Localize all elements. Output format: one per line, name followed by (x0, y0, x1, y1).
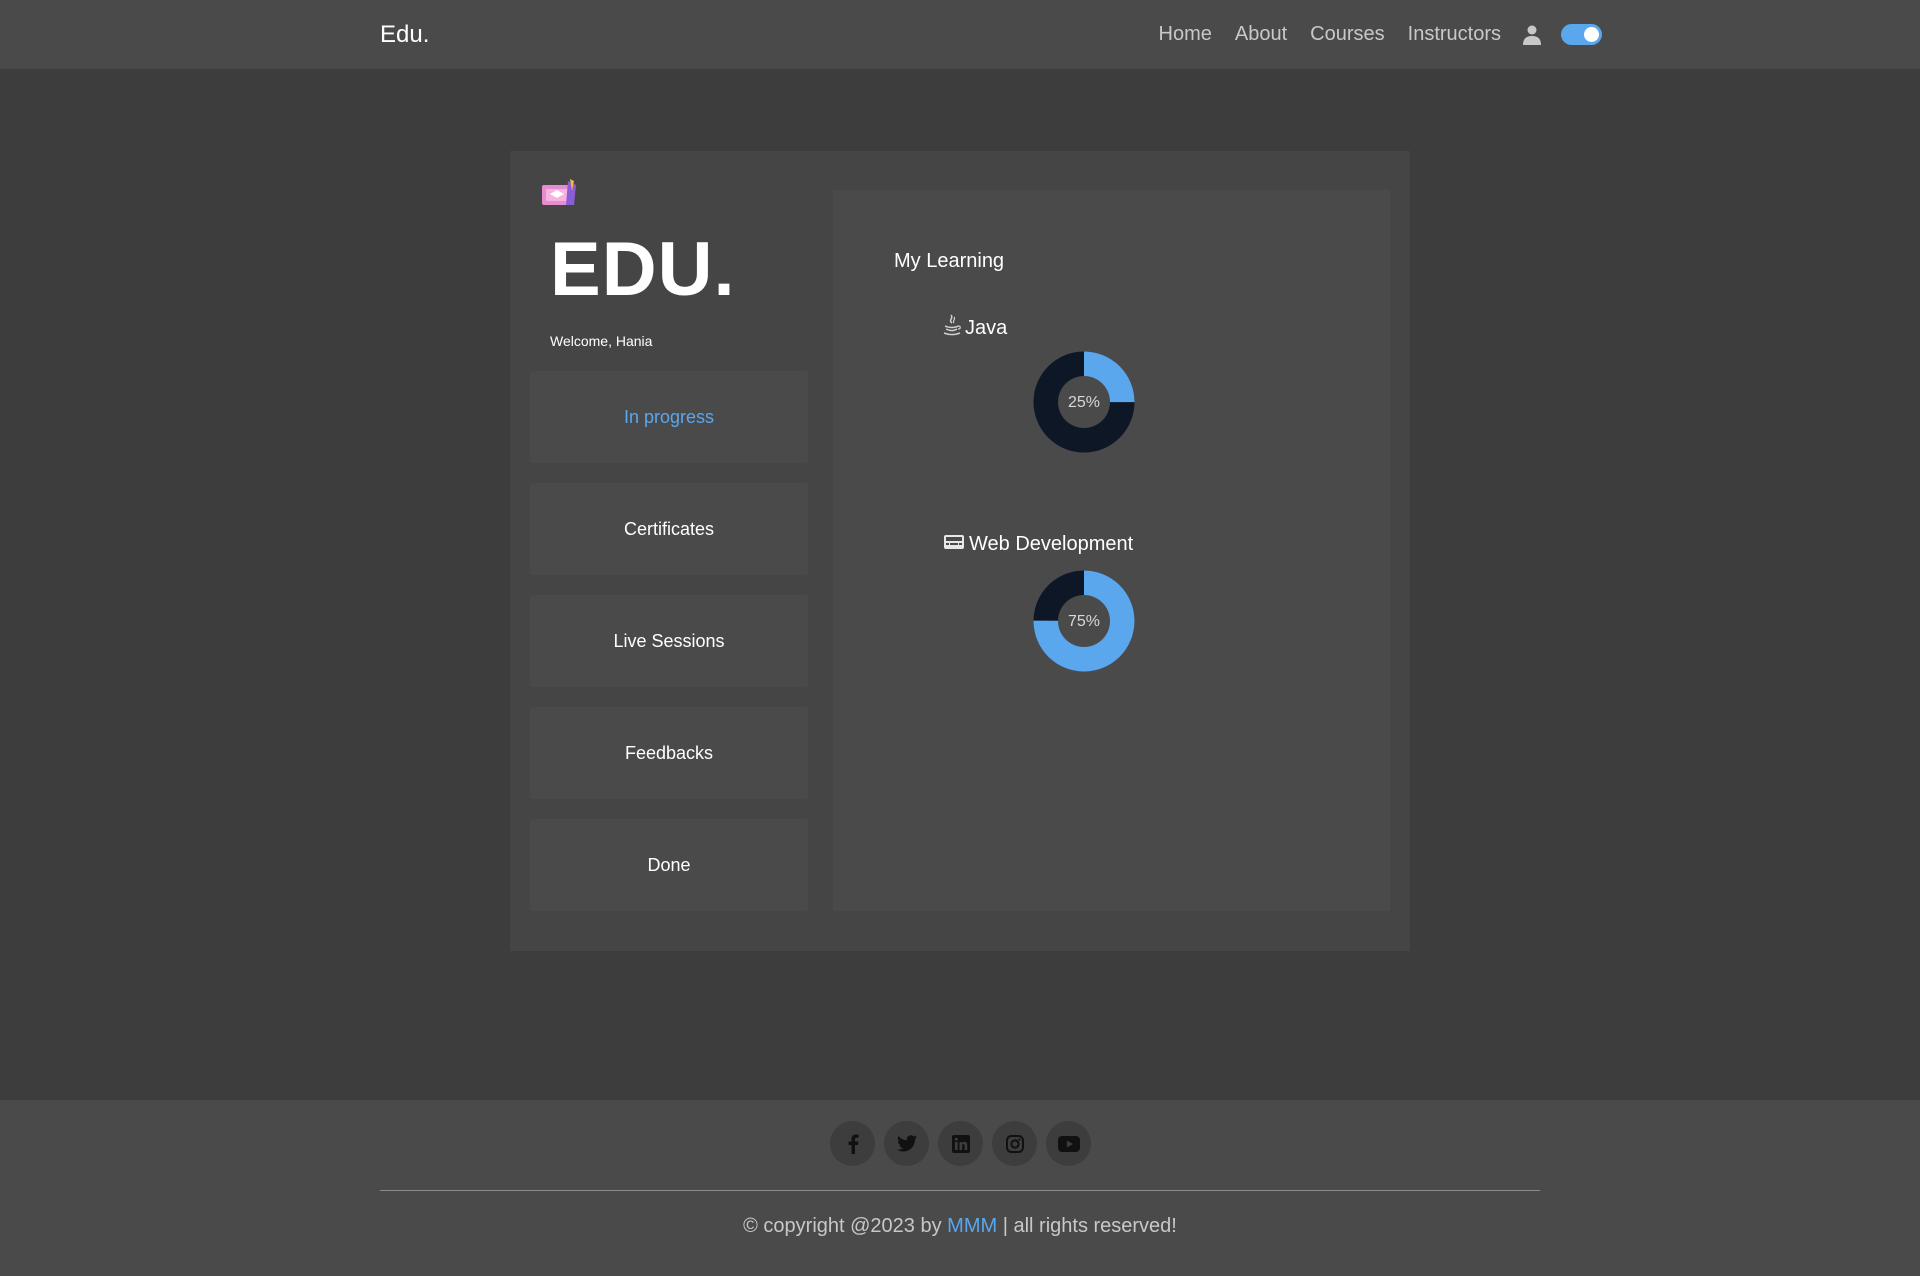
webdev-progress-label: 75% (1068, 613, 1100, 630)
java-progress-label: 25% (1068, 394, 1100, 411)
social-links (830, 1121, 1091, 1166)
course-webdev-name: Web Development (969, 533, 1134, 555)
nav-link-home[interactable]: Home (1159, 23, 1212, 46)
twitter-icon[interactable] (884, 1121, 929, 1166)
menu-feedbacks-button[interactable]: Feedbacks (530, 707, 808, 799)
nav-links: Home About Courses Instructors (1136, 0, 1602, 69)
nav-link-courses[interactable]: Courses (1310, 23, 1384, 46)
copyright-text: © copyright @2023 by MMM | all rights re… (0, 1215, 1920, 1238)
toggle-knob (1584, 27, 1599, 42)
menu-live-sessions-button[interactable]: Live Sessions (530, 595, 808, 687)
webdev-progress-donut: 75% (1033, 570, 1135, 672)
menu-in-progress-button[interactable]: In progress (530, 371, 808, 463)
footer: © copyright @2023 by MMM | all rights re… (0, 1100, 1920, 1276)
menu-certificates-button[interactable]: Certificates (530, 483, 808, 575)
java-progress-donut: 25% (1033, 351, 1135, 453)
facebook-icon[interactable] (830, 1121, 875, 1166)
linkedin-icon[interactable] (938, 1121, 983, 1166)
nav-link-about[interactable]: About (1235, 23, 1287, 46)
my-learning-panel: My Learning Java 25% Web Development 75% (833, 190, 1390, 911)
nav-link-instructors[interactable]: Instructors (1408, 23, 1501, 46)
navbar: Edu. Home About Courses Instructors (0, 0, 1920, 69)
user-icon[interactable] (1523, 24, 1543, 46)
theme-toggle[interactable] (1561, 24, 1602, 45)
java-icon (943, 314, 961, 342)
keyboard-icon (943, 533, 965, 556)
graduation-ticket-emoji-icon (540, 177, 580, 209)
sidebar-title: EDU. (550, 227, 736, 312)
instagram-icon[interactable] (992, 1121, 1037, 1166)
menu-done-button[interactable]: Done (530, 819, 808, 911)
footer-divider (380, 1190, 1540, 1191)
youtube-icon[interactable] (1046, 1121, 1091, 1166)
course-java-name: Java (965, 316, 1008, 339)
dashboard-card: EDU. Welcome, Hania In progress Certific… (510, 151, 1410, 951)
my-learning-title: My Learning (894, 250, 1005, 272)
copyright-prefix: © copyright @2023 by (743, 1215, 948, 1237)
course-java-title[interactable]: Java (943, 314, 1007, 342)
course-webdev-title[interactable]: Web Development (943, 533, 1133, 556)
copyright-suffix: | all rights reserved! (997, 1215, 1177, 1237)
welcome-text: Welcome, Hania (550, 333, 653, 349)
copyright-author-link[interactable]: MMM (947, 1215, 997, 1237)
brand-logo[interactable]: Edu. (380, 0, 429, 69)
